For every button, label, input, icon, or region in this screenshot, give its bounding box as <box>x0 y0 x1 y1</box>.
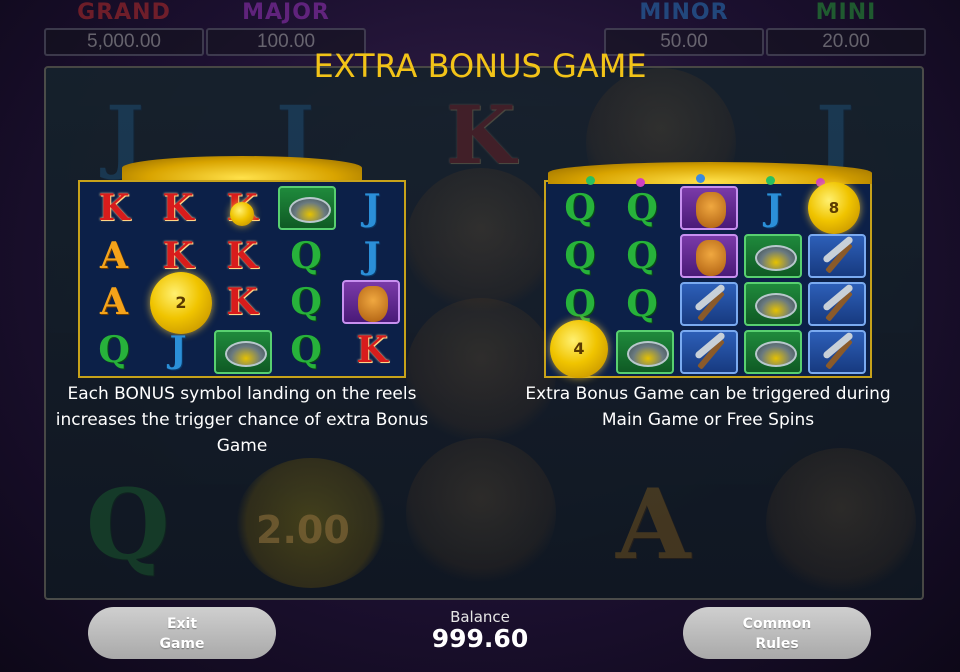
gem-icon <box>696 174 705 183</box>
gem-icon <box>586 176 595 185</box>
symbol-k: K <box>98 187 130 229</box>
symbol-k: K <box>226 235 258 277</box>
gold-coin-icon: 2 <box>150 272 212 334</box>
description-left-line: Each BONUS symbol landing on the reels <box>67 384 417 404</box>
balance-value: 999.60 <box>431 624 529 653</box>
jackpot-minor-label: MINOR <box>639 0 729 25</box>
symbol-a: A <box>100 235 128 277</box>
pickaxe-icon <box>808 330 866 374</box>
common-rules-button[interactable]: Common Rules <box>683 607 871 659</box>
bg-miner-icon <box>406 438 556 588</box>
pickaxe-icon <box>680 330 738 374</box>
symbol-q: Q <box>564 235 596 277</box>
jackpot-grand-label: GRAND <box>77 0 171 25</box>
common-rules-label: Common <box>742 616 812 632</box>
bg-coin-value: 2.00 <box>256 508 350 552</box>
dog-icon <box>680 234 738 278</box>
page-title: EXTRA BONUS GAME <box>313 47 647 85</box>
gold-pan-icon <box>616 330 674 374</box>
symbol-k: K <box>356 329 388 371</box>
dog-icon <box>680 186 738 230</box>
symbol-q: Q <box>98 329 130 371</box>
symbol-q: Q <box>626 283 658 325</box>
gold-pan-icon <box>744 282 802 326</box>
symbol-q: Q <box>626 187 658 229</box>
jackpot-major-label: MAJOR <box>242 0 330 25</box>
description-left-line: Game <box>216 436 268 456</box>
bg-miner-icon <box>406 168 556 318</box>
example-panel-left: K K K J A K K Q J A 2 K Q Q J Q K <box>78 156 406 378</box>
description-right-line: Main Game or Free Spins <box>601 410 815 430</box>
gold-pan-icon <box>744 234 802 278</box>
pickaxe-icon <box>808 282 866 326</box>
gold-pan-icon <box>744 330 802 374</box>
bg-symbol-q: Q <box>86 468 170 581</box>
symbol-k: K <box>162 187 194 229</box>
pickaxe-icon <box>808 234 866 278</box>
symbol-q: Q <box>290 235 322 277</box>
bg-gold-pan-icon <box>766 448 916 598</box>
common-rules-label: Rules <box>755 636 799 652</box>
gold-coin-icon: 8 <box>808 182 860 234</box>
example-panel-right: Q Q J 8 Q Q Q Q 4 <box>544 162 872 378</box>
description-left-line: increases the trigger chance of extra Bo… <box>55 410 429 430</box>
dog-icon <box>342 280 400 324</box>
symbol-a: A <box>100 281 128 323</box>
bg-symbol-a: A <box>616 468 691 581</box>
coin-heap-icon <box>122 156 362 180</box>
symbol-k: K <box>226 281 258 323</box>
gem-icon <box>766 176 775 185</box>
exit-game-button[interactable]: Exit Game <box>88 607 276 659</box>
symbol-j: J <box>169 329 187 371</box>
exit-game-label: Exit <box>166 616 198 632</box>
exit-game-label: Game <box>159 636 205 652</box>
symbol-j: J <box>363 187 381 229</box>
symbol-q: Q <box>290 329 322 371</box>
pickaxe-icon <box>680 282 738 326</box>
description-right: Extra Bonus Game can be triggered during… <box>508 381 908 433</box>
small-gold-coin-icon <box>230 202 254 226</box>
jackpot-mini-label: MINI <box>815 0 877 25</box>
description-right-line: Extra Bonus Game can be triggered during <box>525 384 891 404</box>
gold-pan-icon <box>278 186 336 230</box>
symbol-q: Q <box>564 187 596 229</box>
symbol-j: J <box>363 235 381 277</box>
gold-coin-icon: 4 <box>550 320 608 378</box>
symbol-q: Q <box>290 281 322 323</box>
symbol-q: Q <box>626 235 658 277</box>
gold-pan-icon <box>214 330 272 374</box>
symbol-j: J <box>765 187 783 229</box>
description-left: Each BONUS symbol landing on the reels i… <box>40 381 444 459</box>
